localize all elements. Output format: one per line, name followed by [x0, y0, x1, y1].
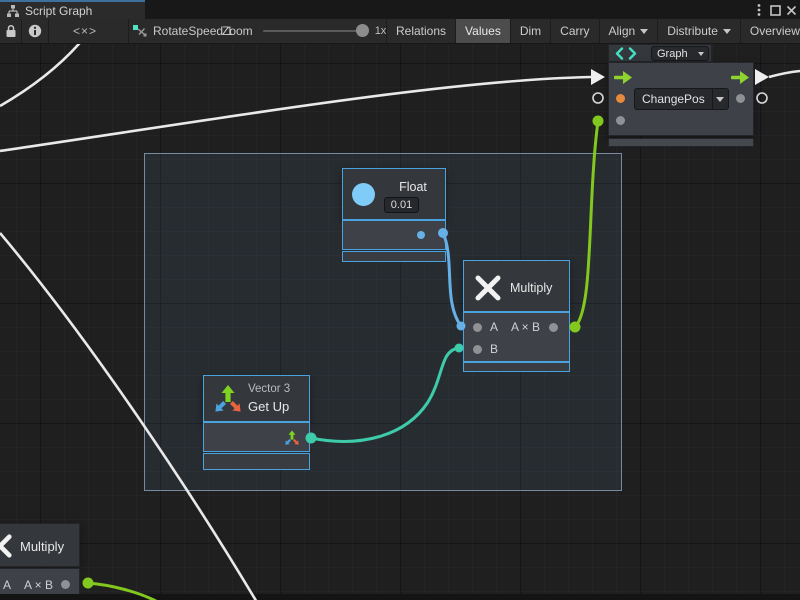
toolbar-buttons: Relations Values Dim Carry Align Distrib…: [387, 19, 800, 43]
relations-button[interactable]: Relations: [387, 19, 456, 43]
exec-wire-arrowhead-in: [591, 69, 605, 85]
window-menu-icon[interactable]: [752, 3, 766, 17]
unity-script-graph-window: Script Graph <×>: [0, 0, 800, 600]
exec-wire-to-changepos[interactable]: [0, 77, 591, 151]
zoom-control: Zoom 1x: [222, 19, 386, 43]
exec-wire-arrowhead-out: [755, 69, 769, 85]
graph-toolbar: <×> RotateSpeed 1 Zoom 1x Relations Valu…: [0, 19, 800, 44]
distribute-dropdown-button[interactable]: Distribute: [658, 19, 741, 43]
wire-multiply-to-graphnode[interactable]: [575, 121, 598, 327]
tab-title: Script Graph: [25, 4, 92, 18]
chevron-down-icon: [723, 29, 731, 34]
code-preview-button[interactable]: <×>: [62, 19, 108, 43]
tab-bar: Script Graph: [0, 0, 800, 19]
wire-float-to-multiply-a[interactable]: [443, 233, 461, 326]
unconnected-port-ring-left[interactable]: [593, 93, 603, 103]
dim-button[interactable]: Dim: [511, 19, 551, 43]
carry-button[interactable]: Carry: [551, 19, 599, 43]
script-graph-asset-icon: [133, 24, 147, 38]
window-close-icon[interactable]: [784, 3, 798, 17]
exec-wire-top-left[interactable]: [0, 44, 84, 106]
wire-multiply2-output[interactable]: [88, 583, 156, 600]
zoom-label: Zoom: [222, 24, 253, 38]
zoom-value: 1x: [375, 25, 387, 37]
align-dropdown-button[interactable]: Align: [600, 19, 659, 43]
window-maximize-icon[interactable]: [768, 3, 782, 17]
tab-script-graph[interactable]: Script Graph: [0, 0, 145, 19]
wire-endpoint-dot: [570, 322, 581, 333]
wire-endpoint-dot: [83, 578, 94, 589]
wire-endpoint-dot: [438, 228, 448, 238]
exec-wire-out-right[interactable]: [769, 71, 800, 77]
connection-wires-layer[interactable]: [0, 44, 800, 600]
script-graph-tab-icon: [7, 5, 19, 17]
wire-endpoint-dot: [455, 344, 464, 353]
graph-canvas[interactable]: Graph ChangePos: [0, 44, 800, 600]
wire-endpoint-dot: [306, 433, 317, 444]
graph-breadcrumb-rotatespeed[interactable]: RotateSpeed 1: [133, 19, 233, 43]
info-icon[interactable]: [21, 19, 48, 43]
wire-getup-to-multiply-b[interactable]: [311, 348, 459, 441]
values-button[interactable]: Values: [456, 19, 511, 43]
unconnected-port-ring-right[interactable]: [757, 93, 767, 103]
zoom-slider-handle[interactable]: [356, 24, 369, 37]
wire-endpoint-dot: [593, 116, 604, 127]
exec-wire-diagonal[interactable]: [0, 233, 258, 600]
overview-button[interactable]: Overview: [741, 19, 800, 43]
wire-endpoint-dot: [457, 322, 466, 331]
chevron-down-icon: [640, 29, 648, 34]
lock-icon[interactable]: [0, 19, 21, 43]
zoom-slider[interactable]: [263, 30, 367, 32]
